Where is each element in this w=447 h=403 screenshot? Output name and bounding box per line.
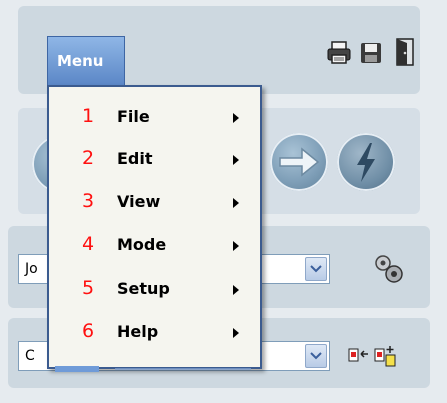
menu-item-number: 1	[82, 105, 95, 127]
submenu-arrow-icon	[233, 155, 239, 165]
menu-button[interactable]: Menu	[47, 36, 125, 86]
right-arrow-icon	[279, 147, 320, 177]
settings-gears-icon[interactable]	[371, 251, 405, 289]
new-session-icon[interactable]	[374, 344, 398, 372]
menu-item-edit[interactable]: 2 Edit	[49, 141, 260, 177]
menu-item-label: File	[117, 107, 150, 126]
exit-door-icon[interactable]	[395, 38, 415, 70]
protocol-combobox-value: C	[25, 348, 35, 364]
submenu-arrow-icon	[233, 198, 239, 208]
submenu-arrow-icon	[233, 241, 239, 251]
submenu-arrow-icon	[233, 113, 239, 123]
menu-item-number: 6	[82, 320, 95, 342]
menu-footer-bar	[55, 357, 251, 372]
menu-item-file[interactable]: 1 File	[49, 99, 260, 135]
submenu-arrow-icon	[233, 285, 239, 295]
menu-item-label: Setup	[117, 279, 170, 298]
submenu-arrow-icon	[233, 328, 239, 338]
menu-item-mode[interactable]: 4 Mode	[49, 227, 260, 263]
menu-item-view[interactable]: 3 View	[49, 184, 260, 220]
save-icon[interactable]	[360, 42, 382, 68]
client-combobox-value: Jo	[25, 261, 38, 277]
menu-item-label: Help	[117, 322, 159, 341]
import-session-icon[interactable]	[348, 346, 370, 370]
menu-item-number: 5	[82, 277, 95, 299]
menu-item-help[interactable]: 6 Help	[49, 314, 260, 350]
menu-item-label: View	[117, 192, 161, 211]
menu-item-number: 2	[82, 147, 95, 169]
menu-item-label: Edit	[117, 149, 153, 168]
menu-item-setup[interactable]: 5 Setup	[49, 271, 260, 307]
main-menu-dropdown: 1 File 2 Edit 3 View 4 Mode 5 Setup 6 He…	[47, 85, 262, 372]
combobox-dropdown-button[interactable]	[305, 257, 327, 281]
menu-item-label: Mode	[117, 235, 167, 254]
menu-button-label: Menu	[57, 52, 104, 70]
chevron-down-icon	[310, 352, 322, 360]
printer-icon[interactable]	[326, 41, 352, 69]
forward-arrow-button[interactable]	[270, 133, 328, 191]
chevron-down-icon	[310, 265, 322, 273]
lightning-bolt-icon	[357, 143, 375, 182]
menu-item-number: 3	[82, 190, 95, 212]
combobox-dropdown-button-2[interactable]	[305, 344, 327, 368]
power-bolt-button[interactable]	[337, 133, 395, 191]
menu-item-number: 4	[82, 233, 95, 255]
